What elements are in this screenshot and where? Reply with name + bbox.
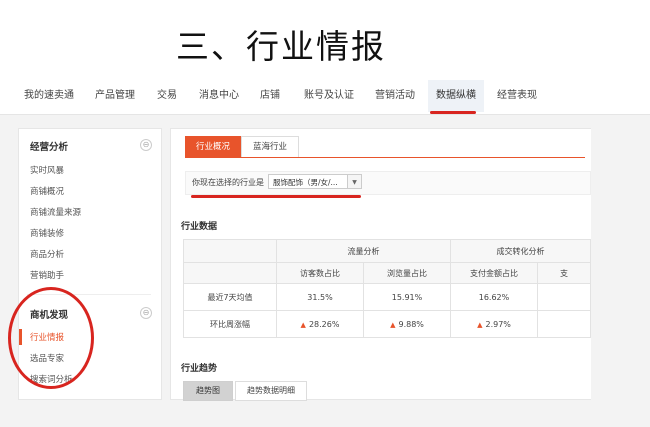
nav-product-management[interactable]: 产品管理 <box>95 80 135 112</box>
section-title-industry-trend: 行业趋势 <box>181 364 218 374</box>
sidebar-item-realtime[interactable]: 实时风暴 <box>30 164 64 176</box>
tab-trend-chart[interactable]: 趋势图 <box>183 381 233 401</box>
table-header-empty <box>183 239 277 263</box>
table-row: 最近7天均值 31.5% 15.91% 16.62% <box>183 283 591 311</box>
table-column-header: 访客数占比 <box>276 262 364 284</box>
tab-underline <box>185 157 585 158</box>
collapse-icon[interactable]: ⊖ <box>140 139 152 151</box>
table-cell: ▲ 28.26% <box>276 310 364 338</box>
annotation-underline-filter <box>191 195 361 198</box>
section-title-industry-data: 行业数据 <box>181 222 218 232</box>
annotation-underline-nav <box>430 111 476 114</box>
nav-business-performance[interactable]: 经营表现 <box>497 80 537 112</box>
row-label: 最近7天均值 <box>183 283 277 311</box>
sidebar-item-store-decoration[interactable]: 商铺装修 <box>30 227 64 239</box>
table-cell <box>537 283 591 311</box>
table-cell: 31.5% <box>276 283 364 311</box>
table-cell: 16.62% <box>450 283 538 311</box>
tab-trend-details[interactable]: 趋势数据明细 <box>235 381 307 401</box>
tab-industry-overview[interactable]: 行业概况 <box>185 136 241 158</box>
table-cell: 15.91% <box>363 283 451 311</box>
nav-account-certification[interactable]: 账号及认证 <box>304 80 354 112</box>
sidebar-item-marketing-assistant[interactable]: 营销助手 <box>30 269 64 281</box>
filter-label: 你现在选择的行业是 <box>192 178 264 187</box>
table-cell: ▲ 9.88% <box>363 310 451 338</box>
nav-my-aliexpress[interactable]: 我的速卖通 <box>24 80 74 112</box>
row-label: 环比周涨幅 <box>183 310 277 338</box>
nav-marketing[interactable]: 营销活动 <box>375 80 415 112</box>
sidebar-item-store-overview[interactable]: 商铺概况 <box>30 185 64 197</box>
nav-store[interactable]: 店铺 <box>260 80 280 112</box>
collapse-icon[interactable]: ⊖ <box>140 307 152 319</box>
chevron-down-icon[interactable]: ▼ <box>348 174 362 189</box>
table-row: 环比周涨幅 ▲ 28.26% ▲ 9.88% ▲ 2.97% <box>183 310 591 338</box>
annotation-circle <box>8 287 94 389</box>
main-panel: 行业概况 蓝海行业 你现在选择的行业是 服饰配饰（男/女/... ▼ 行业数据 … <box>170 128 591 401</box>
table-column-header: 支 <box>537 262 591 284</box>
table-column-header: 浏览量占比 <box>363 262 451 284</box>
table-cell: ▲ 2.97% <box>450 310 538 338</box>
table-cell <box>537 310 591 338</box>
nav-transactions[interactable]: 交易 <box>157 80 177 112</box>
table-header-empty <box>183 262 277 284</box>
table-group-header: 流量分析 <box>276 239 451 263</box>
industry-data-table: 流量分析 成交转化分析 访客数占比 浏览量占比 支付金额占比 支 最近7天均值 … <box>183 239 591 338</box>
table-group-header: 成交转化分析 <box>450 239 591 263</box>
nav-message-center[interactable]: 消息中心 <box>199 80 239 112</box>
arrow-up-icon: ▲ <box>300 320 306 329</box>
sidebar-item-traffic-source[interactable]: 商铺流量来源 <box>30 206 81 218</box>
table-column-header: 支付金额占比 <box>450 262 538 284</box>
industry-filter: 你现在选择的行业是 服饰配饰（男/女/... ▼ <box>185 171 591 195</box>
tab-blue-ocean[interactable]: 蓝海行业 <box>241 136 299 158</box>
top-navigation: 我的速卖通 产品管理 交易 消息中心 店铺 账号及认证 营销活动 数据纵横 经营… <box>0 80 650 115</box>
slide-title: 三、行业情报 <box>176 27 386 66</box>
arrow-up-icon: ▲ <box>390 320 396 329</box>
nav-data-analysis[interactable]: 数据纵横 <box>428 80 484 112</box>
arrow-up-icon: ▲ <box>477 320 483 329</box>
industry-select[interactable]: 服饰配饰（男/女/... <box>268 174 348 189</box>
sidebar-section-business-analysis-title: 经营分析 <box>30 142 69 153</box>
sidebar-item-product-analysis[interactable]: 商品分析 <box>30 248 64 260</box>
